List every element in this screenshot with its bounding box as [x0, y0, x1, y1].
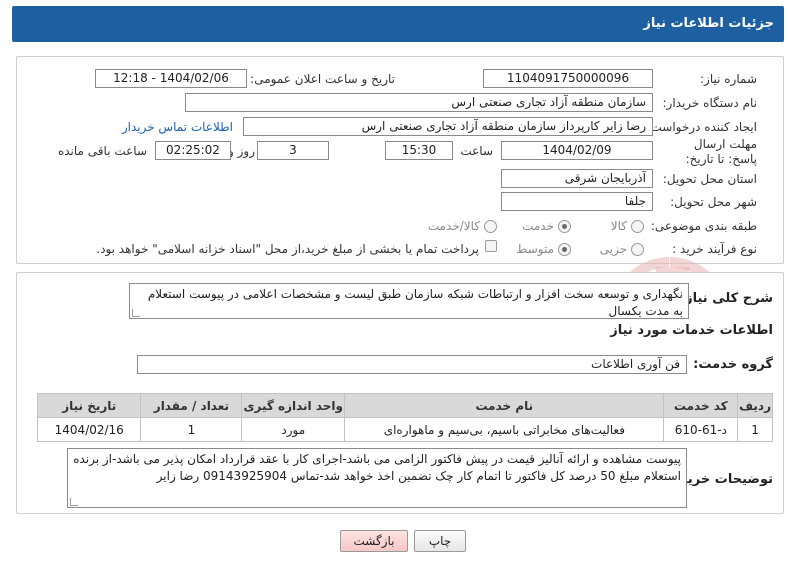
category-option-goods: کالا	[610, 219, 627, 233]
buyer-org-field: سازمان منطقه آزاد تجاری صنعتی ارس	[185, 93, 653, 112]
summary-textarea[interactable]: نگهداری و توسعه سخت افزار و ارتباطات شبک…	[129, 283, 689, 319]
category-radio-goods[interactable]	[631, 220, 644, 233]
announce-field: 1404/02/06 - 12:18	[95, 69, 247, 88]
col-header-quantity: تعداد / مقدار	[140, 393, 243, 418]
process-label: نوع فرآیند خرید :	[672, 242, 757, 256]
services-table: ردیف کد خدمت نام خدمت واحد اندازه گیری ت…	[36, 393, 773, 442]
col-header-service-name: نام خدمت	[344, 393, 665, 418]
print-button[interactable]: چاپ	[414, 530, 466, 552]
payment-note: پرداخت تمام یا بخشی از مبلغ خرید،از محل …	[96, 242, 479, 256]
category-radio-service[interactable]	[558, 220, 571, 233]
cell-need-date: 1404/02/16	[36, 417, 142, 442]
announce-label: تاریخ و ساعت اعلان عمومی:	[250, 72, 395, 86]
process-option-medium: متوسط	[516, 242, 554, 256]
table-row: 1 د-61-610 فعالیت‌های مخابراتی باسیم، بی…	[36, 417, 773, 442]
province-label: استان محل تحویل:	[662, 172, 757, 186]
deadline-label: مهلت ارسال پاسخ: تا تاریخ:	[685, 137, 757, 166]
col-header-need-date: تاریخ نیاز	[36, 393, 142, 418]
city-field: جلفا	[501, 192, 653, 211]
services-section: شرح کلی نیاز: نگهداری و توسعه سخت افزار …	[16, 272, 784, 448]
resize-handle-icon[interactable]	[70, 498, 78, 506]
col-header-service-code: کد خدمت	[663, 393, 739, 418]
table-header-row: ردیف کد خدمت نام خدمت واحد اندازه گیری ت…	[36, 393, 773, 418]
deadline-time-field: 15:30	[385, 141, 453, 160]
need-number-field: 1104091750000096	[483, 69, 653, 88]
resize-handle-icon[interactable]	[132, 309, 140, 317]
back-button[interactable]: بازگشت	[340, 530, 408, 552]
cell-service-code: د-61-610	[663, 417, 739, 442]
buyer-notes-textarea[interactable]: پیوست مشاهده و ارائه آنالیز قیمت در پیش …	[67, 448, 687, 508]
col-header-row-number: ردیف	[737, 393, 773, 418]
buyer-notes-text: پیوست مشاهده و ارائه آنالیز قیمت در پیش …	[73, 452, 681, 483]
days-label: روز و	[228, 144, 255, 158]
process-radio-minor[interactable]	[631, 243, 644, 256]
summary-label: شرح کلی نیاز:	[679, 291, 773, 306]
col-header-unit: واحد اندازه گیری	[241, 393, 346, 418]
category-option-service: خدمت	[522, 219, 554, 233]
page-header: جزئیات اطلاعات نیاز	[12, 6, 784, 42]
buyer-notes-section: توضیحات خریدار: پیوست مشاهده و ارائه آنا…	[16, 442, 784, 514]
requester-field: رضا زایر کارپرداز سازمان منطقه آزاد تجار…	[243, 117, 653, 136]
category-radio-goods-service[interactable]	[484, 220, 497, 233]
province-field: آذربایجان شرقی	[501, 169, 653, 188]
requester-label: ایجاد کننده درخواست:	[646, 120, 757, 134]
summary-text: نگهداری و توسعه سخت افزار و ارتباطات شبک…	[147, 287, 683, 318]
city-label: شهر محل تحویل:	[670, 195, 757, 209]
category-label: طبقه بندی موضوعی:	[650, 219, 757, 233]
remaining-time-field: 02:25:02	[155, 141, 231, 160]
buyer-org-label: نام دستگاه خریدار:	[662, 96, 758, 110]
buyer-contact-link[interactable]: اطلاعات تماس خریدار	[122, 120, 233, 134]
page-title: جزئیات اطلاعات نیاز	[643, 16, 774, 31]
category-option-goods-service: کالا/خدمت	[427, 219, 480, 233]
cell-unit: مورد	[241, 417, 346, 442]
need-number-label: شماره نیاز:	[700, 72, 757, 86]
days-field: 3	[257, 141, 329, 160]
cell-quantity: 1	[140, 417, 243, 442]
service-group-field: فن آوری اطلاعات	[137, 355, 687, 374]
deadline-time-label: ساعت	[460, 144, 493, 158]
service-group-label: گروه خدمت:	[693, 357, 773, 372]
remaining-label: ساعت باقی مانده	[57, 144, 147, 158]
payment-checkbox[interactable]	[485, 240, 497, 252]
process-radio-medium[interactable]	[558, 243, 571, 256]
details-section: شماره نیاز: 1104091750000096 تاریخ و ساع…	[16, 56, 784, 264]
process-option-minor: جزیی	[599, 242, 627, 256]
cell-service-name: فعالیت‌های مخابراتی باسیم، بی‌سیم و ماهو…	[344, 417, 665, 442]
deadline-date-field: 1404/02/09	[501, 141, 653, 160]
services-section-title: اطلاعات خدمات مورد نیاز	[610, 323, 773, 338]
cell-row-number: 1	[737, 417, 773, 442]
